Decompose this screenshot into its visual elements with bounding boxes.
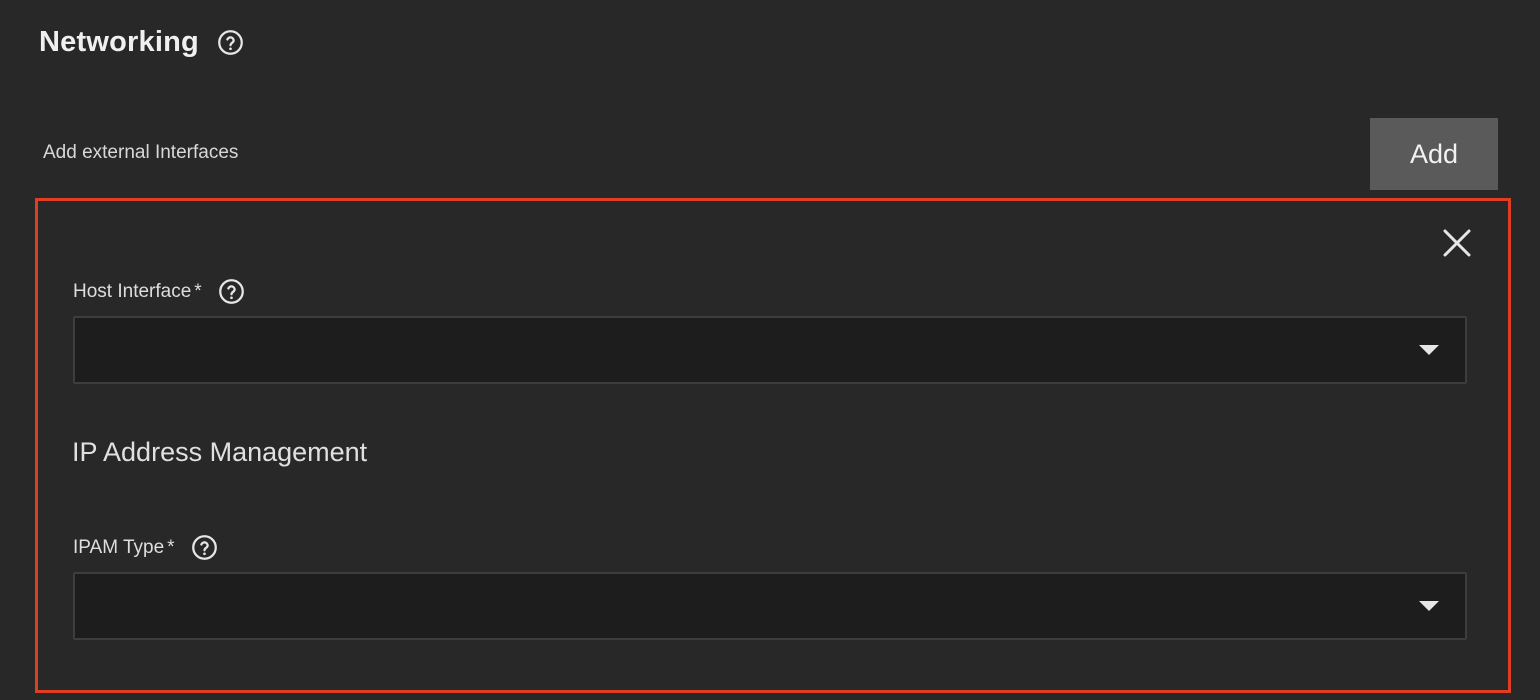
- chevron-down-icon: [1419, 601, 1439, 611]
- help-circle-icon[interactable]: [191, 534, 218, 561]
- ipam-type-label-row: IPAM Type *: [73, 534, 218, 561]
- required-mark: *: [194, 280, 202, 302]
- ipam-section-title: IP Address Management: [72, 437, 368, 467]
- host-interface-label-text: Host Interface *: [73, 280, 202, 304]
- help-circle-icon[interactable]: [217, 29, 244, 56]
- chevron-down-icon: [1419, 345, 1439, 355]
- host-interface-label-row: Host Interface *: [73, 278, 245, 305]
- networking-page: Networking Add external Interfaces Add H…: [0, 0, 1540, 700]
- section-title: Networking: [39, 26, 199, 58]
- ipam-type-label: IPAM Type: [73, 536, 165, 558]
- external-interfaces-label: Add external Interfaces: [43, 142, 239, 163]
- ipam-type-select[interactable]: [73, 572, 1467, 640]
- required-mark: *: [167, 536, 175, 558]
- external-interfaces-row: Add external Interfaces Add: [43, 118, 1498, 190]
- host-interface-label: Host Interface: [73, 280, 192, 302]
- ipam-type-label-text: IPAM Type *: [73, 536, 175, 560]
- close-icon[interactable]: [1439, 225, 1475, 261]
- add-interface-button[interactable]: Add: [1370, 118, 1498, 190]
- host-interface-select[interactable]: [73, 316, 1467, 384]
- external-interface-card: Host Interface * IP Address Management IP…: [35, 198, 1511, 693]
- help-circle-icon[interactable]: [218, 278, 245, 305]
- section-header: Networking: [39, 22, 244, 62]
